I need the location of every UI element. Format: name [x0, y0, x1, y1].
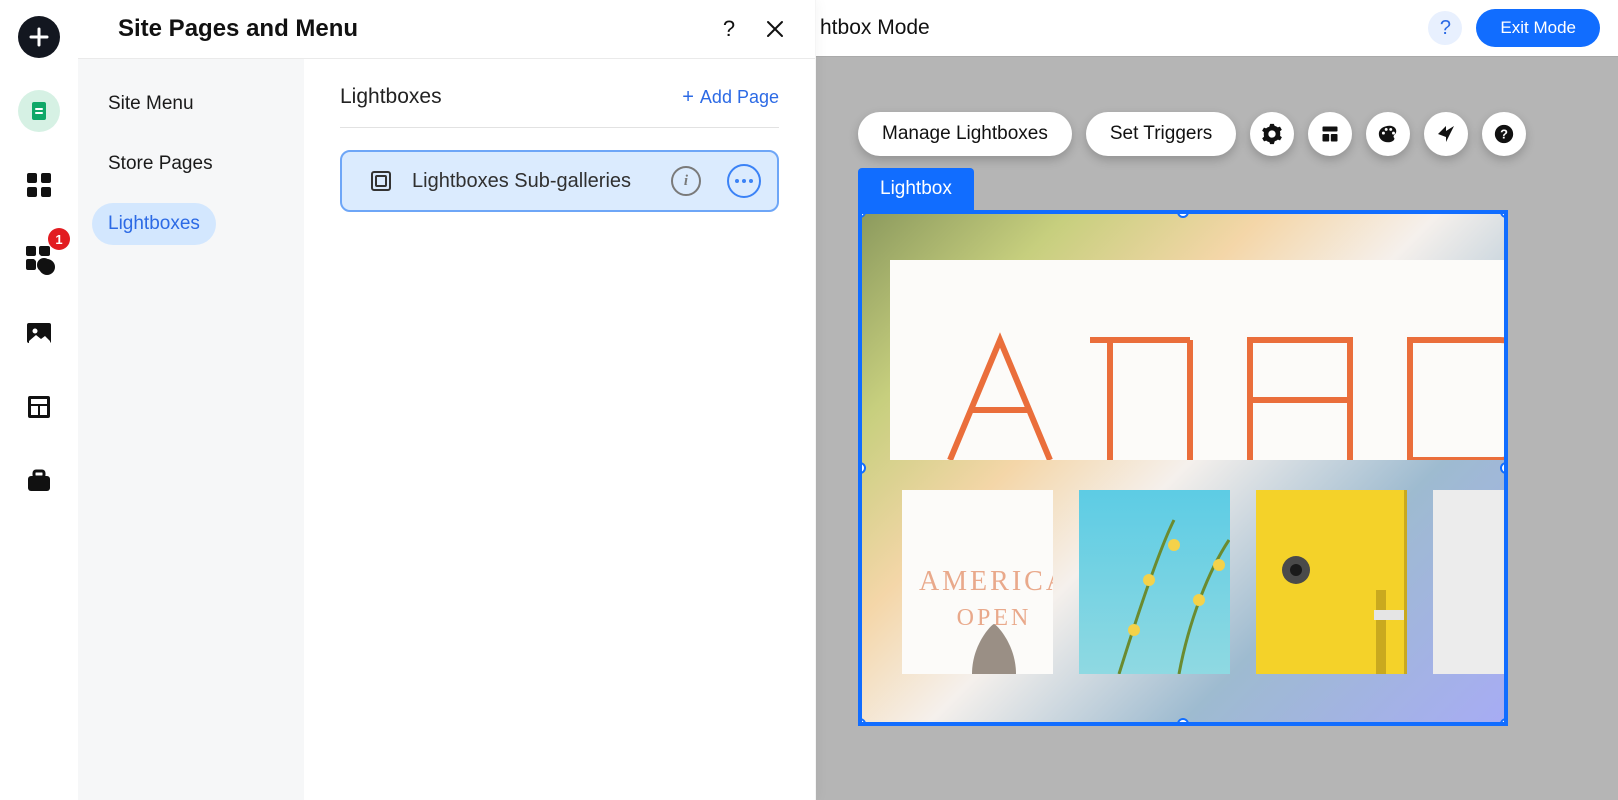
close-icon[interactable] [759, 13, 791, 45]
help-icon[interactable]: ? [713, 13, 745, 45]
section-icon[interactable] [18, 386, 60, 428]
thumb-2[interactable] [1079, 490, 1230, 674]
apps-badge: 1 [48, 228, 70, 250]
topbar-help-icon[interactable]: ? [1428, 11, 1462, 45]
pages-button[interactable] [18, 90, 60, 132]
layout-icon[interactable] [1308, 112, 1352, 156]
add-page-label: Add Page [700, 87, 779, 108]
selection: Lightbox AMERICAOPEN [858, 168, 1508, 726]
set-triggers-button[interactable]: Set Triggers [1086, 112, 1236, 156]
selection-label[interactable]: Lightbox [858, 168, 974, 210]
design-icon[interactable] [1366, 112, 1410, 156]
settings-icon[interactable] [1250, 112, 1294, 156]
animation-icon[interactable] [1424, 112, 1468, 156]
resize-handle[interactable] [1500, 718, 1508, 726]
resize-handle[interactable] [858, 718, 866, 726]
svg-text:AMERICA: AMERICA [919, 566, 1053, 597]
plus-icon: + [682, 87, 694, 107]
resize-handle[interactable] [1177, 718, 1189, 726]
add-button[interactable] [18, 16, 60, 58]
apps-icon[interactable]: 1 [18, 238, 60, 280]
business-icon[interactable] [18, 460, 60, 502]
gallery-main-image [890, 260, 1508, 460]
lightbox-icon [368, 168, 394, 194]
add-page-button[interactable]: + Add Page [682, 87, 779, 108]
selection-box[interactable]: AMERICAOPEN [858, 210, 1508, 726]
resize-handle[interactable] [1177, 210, 1189, 218]
canvas-topbar: htbox Mode ? Exit Mode [816, 0, 1618, 56]
resize-handle[interactable] [858, 462, 866, 474]
resize-handle[interactable] [858, 210, 866, 218]
thumb-3[interactable] [1256, 490, 1407, 674]
pages-panel: Site Pages and Menu ? Site Menu Store Pa… [78, 0, 816, 800]
editor-canvas: htbox Mode ? Exit Mode Manage Lightboxes… [816, 0, 1618, 800]
media-icon[interactable] [18, 312, 60, 354]
panel-nav: Site Menu Store Pages Lightboxes [78, 59, 304, 800]
gallery-thumbs: AMERICAOPEN [902, 490, 1508, 674]
manage-lightboxes-button[interactable]: Manage Lightboxes [858, 112, 1072, 156]
toolbar-help-icon[interactable]: ? [1482, 112, 1526, 156]
more-icon[interactable] [727, 164, 761, 198]
thumb-4[interactable] [1433, 490, 1508, 674]
left-rail: 1 [0, 0, 78, 800]
panel-title: Site Pages and Menu [118, 15, 699, 43]
panel-header: Site Pages and Menu ? [78, 0, 815, 58]
nav-lightboxes[interactable]: Lightboxes [92, 203, 216, 245]
mode-label: htbox Mode [816, 16, 1428, 40]
grid-icon[interactable] [18, 164, 60, 206]
nav-store-pages[interactable]: Store Pages [92, 143, 229, 185]
svg-text:?: ? [1500, 127, 1508, 142]
panel-content: Lightboxes + Add Page Lightboxes Sub-gal… [304, 59, 815, 800]
resize-handle[interactable] [1500, 462, 1508, 474]
thumb-1[interactable]: AMERICAOPEN [902, 490, 1053, 674]
element-toolbar: Manage Lightboxes Set Triggers ? [858, 112, 1526, 156]
nav-site-menu[interactable]: Site Menu [92, 83, 210, 125]
resize-handle[interactable] [1500, 210, 1508, 218]
page-item-label: Lightboxes Sub-galleries [412, 170, 653, 193]
section-title: Lightboxes [340, 85, 442, 109]
exit-mode-button[interactable]: Exit Mode [1476, 9, 1600, 47]
page-item[interactable]: Lightboxes Sub-galleries i [340, 150, 779, 212]
info-icon[interactable]: i [671, 166, 701, 196]
